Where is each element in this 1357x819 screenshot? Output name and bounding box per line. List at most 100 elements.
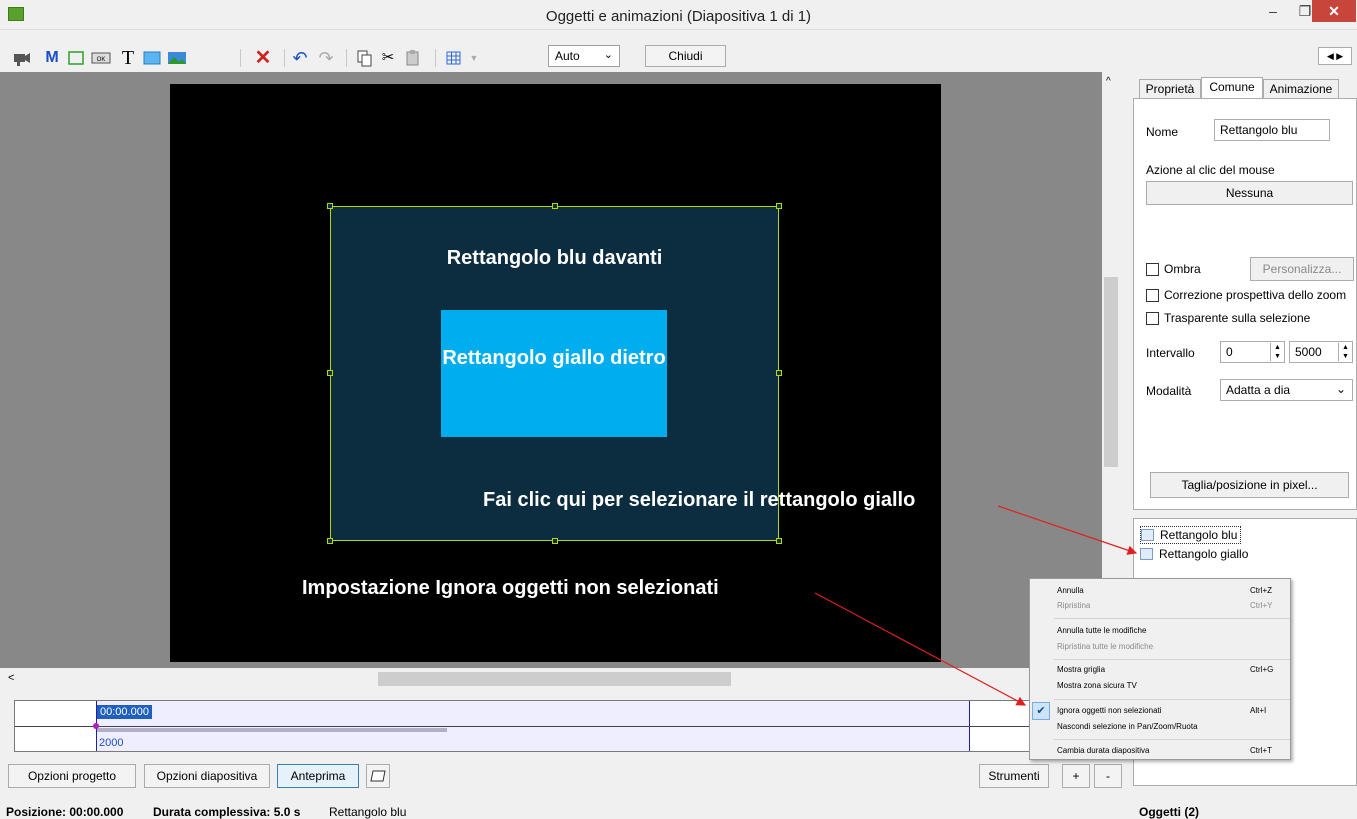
- menu-item-shortcut: Ctrl+T: [1250, 746, 1272, 755]
- tab-animation[interactable]: Animazione: [1263, 79, 1339, 99]
- resize-handle[interactable]: [552, 538, 558, 544]
- redo-icon[interactable]: ↷: [316, 48, 336, 68]
- close-window-button[interactable]: ✕: [1312, 0, 1356, 22]
- tab-common[interactable]: Comune: [1201, 77, 1263, 99]
- copy-icon[interactable]: [354, 48, 374, 68]
- status-object-count: Oggetti (2): [1139, 805, 1199, 819]
- scroll-up-icon[interactable]: ^: [1106, 76, 1111, 87]
- image-icon[interactable]: [166, 48, 186, 68]
- horizontal-scroll-thumb[interactable]: [378, 672, 731, 686]
- menu-item-redo[interactable]: Ripristina Ctrl+Y: [1030, 599, 1292, 613]
- resize-handle[interactable]: [776, 203, 782, 209]
- horizontal-scrollbar[interactable]: <: [0, 670, 1120, 688]
- timeline-object-bar[interactable]: [97, 728, 447, 732]
- cut-icon[interactable]: ✂: [378, 48, 398, 68]
- menu-item-tv-safe-zone[interactable]: Mostra zona sicura TV: [1030, 679, 1292, 693]
- delete-icon[interactable]: ✕: [253, 48, 273, 68]
- grid-dropdown-icon[interactable]: ▼: [464, 48, 484, 68]
- list-item-yellow-rectangle[interactable]: Rettangolo giallo: [1140, 546, 1248, 564]
- menu-item-hide-selection[interactable]: Nascondi selezione in Pan/Zoom/Ruota: [1030, 720, 1292, 734]
- shadow-label: Ombra: [1164, 262, 1201, 276]
- menu-item-undo[interactable]: Annulla Ctrl+Z: [1030, 584, 1292, 598]
- add-button[interactable]: +: [1062, 764, 1090, 788]
- status-position: Posizione: 00:00.000: [6, 805, 124, 819]
- slide[interactable]: Rettangolo blu davanti Rettangolo giallo…: [170, 84, 941, 662]
- menu-item-ignore-unselected[interactable]: ✔ Ignora oggetti non selezionati Alt+I: [1030, 702, 1292, 720]
- preview-button[interactable]: Anteprima: [277, 764, 359, 788]
- tools-button[interactable]: Strumenti: [979, 764, 1049, 788]
- project-options-button[interactable]: Opzioni progetto: [8, 764, 136, 788]
- interval-start-field[interactable]: 0 ▲ ▼: [1220, 341, 1285, 363]
- rectangle-frame-icon[interactable]: [66, 48, 86, 68]
- click-action-label: Azione al clic del mouse: [1146, 163, 1275, 177]
- text-icon[interactable]: T: [118, 48, 138, 68]
- resize-handle[interactable]: [327, 538, 333, 544]
- m-letter-icon[interactable]: M: [42, 48, 62, 68]
- menu-item-shortcut: Ctrl+G: [1250, 665, 1274, 674]
- crop-position-button[interactable]: Taglia/posizione in pixel...: [1150, 472, 1349, 498]
- menu-item-label: Ripristina: [1057, 601, 1091, 610]
- slide-options-button[interactable]: Opzioni diapositiva: [144, 764, 270, 788]
- list-item-blue-rectangle[interactable]: Rettangolo blu: [1140, 526, 1242, 544]
- status-selected-object: Rettangolo blu: [329, 805, 407, 819]
- chevron-down-icon: ⌄: [1335, 382, 1346, 396]
- yellow-rectangle-object[interactable]: Rettangolo giallo dietro: [441, 310, 667, 437]
- ok-button-icon[interactable]: OK: [90, 48, 111, 68]
- paste-icon[interactable]: [403, 48, 423, 68]
- canvas-area[interactable]: Rettangolo blu davanti Rettangolo giallo…: [0, 72, 1120, 668]
- menu-item-undo-all[interactable]: Annulla tutte le modifiche: [1030, 624, 1292, 638]
- checkmark-icon: ✔: [1032, 702, 1050, 720]
- mode-select[interactable]: Adatta a dia ⌄: [1220, 379, 1353, 401]
- blue-rectangle-icon[interactable]: [142, 48, 162, 68]
- resize-handle[interactable]: [552, 203, 558, 209]
- properties-panel: Proprietà Comune Animazione Nome Rettang…: [1133, 77, 1357, 510]
- remove-button[interactable]: -: [1094, 764, 1122, 788]
- zoom-select[interactable]: Auto ⌄: [548, 45, 620, 67]
- interval-start-value: 0: [1226, 345, 1233, 359]
- scroll-left-icon[interactable]: <: [8, 672, 14, 684]
- resize-handle[interactable]: [776, 538, 782, 544]
- timeline-keyframe-marker[interactable]: [93, 723, 99, 729]
- undo-icon[interactable]: ↶: [290, 48, 310, 68]
- rectangle-icon: [1140, 548, 1153, 560]
- title-bar: Oggetti e animazioni (Diapositiva 1 di 1…: [0, 0, 1357, 30]
- tab-properties[interactable]: Proprietà: [1139, 79, 1201, 99]
- resize-handle[interactable]: [327, 370, 333, 376]
- interval-end-field[interactable]: 5000 ▲ ▼: [1289, 341, 1353, 363]
- zoom-perspective-checkbox[interactable]: [1146, 289, 1159, 302]
- transparent-selection-label: Trasparente sulla selezione: [1164, 311, 1311, 325]
- resize-handle[interactable]: [776, 370, 782, 376]
- click-action-button[interactable]: Nessuna: [1146, 181, 1353, 205]
- scroll-arrows[interactable]: ◀ ▶: [1318, 47, 1352, 65]
- customize-button[interactable]: Personalizza...: [1250, 257, 1354, 281]
- menu-separator: [1054, 659, 1290, 660]
- timeline-time: 00:00.000: [97, 705, 152, 719]
- spinner-icon[interactable]: ▲ ▼: [1270, 343, 1284, 361]
- menu-item-label: Cambia durata diapositiva: [1057, 746, 1150, 755]
- spinner-icon[interactable]: ▲ ▼: [1338, 343, 1352, 361]
- toolbar-separator: [346, 49, 347, 67]
- minimize-button[interactable]: –: [1258, 0, 1288, 22]
- preview-window-icon[interactable]: [366, 764, 390, 788]
- menu-item-label: Annulla tutte le modifiche: [1057, 626, 1147, 635]
- status-bar: Posizione: 00:00.000 Durata complessiva:…: [0, 803, 1357, 819]
- menu-item-change-duration[interactable]: Cambia durata diapositiva Ctrl+T: [1030, 744, 1292, 758]
- toolbar: M OK T ✕ ↶ ↷ ✂ ▼ Auto ⌄ Chiudi ◀ ▶: [0, 45, 1357, 71]
- context-menu: Annulla Ctrl+Z Ripristina Ctrl+Y Annulla…: [1029, 578, 1291, 760]
- menu-item-shortcut: Ctrl+Z: [1250, 586, 1272, 595]
- toolbar-separator: [435, 49, 436, 67]
- timeline[interactable]: 00:00.000 2000: [14, 700, 1121, 752]
- vertical-scroll-thumb[interactable]: [1104, 277, 1118, 467]
- transparent-selection-checkbox[interactable]: [1146, 312, 1159, 325]
- close-button[interactable]: Chiudi: [645, 45, 726, 67]
- camera-icon[interactable]: [12, 48, 32, 68]
- menu-item-redo-all[interactable]: Ripristina tutte le modifiche: [1030, 640, 1292, 654]
- grid-icon[interactable]: [444, 48, 464, 68]
- zoom-select-value: Auto: [555, 49, 580, 63]
- name-field[interactable]: Rettangolo blu: [1214, 119, 1330, 141]
- annotation-ignore-setting: Impostazione Ignora oggetti non selezion…: [302, 577, 719, 599]
- list-item-label: Rettangolo giallo: [1159, 547, 1249, 561]
- menu-item-show-grid[interactable]: Mostra griglia Ctrl+G: [1030, 663, 1292, 677]
- resize-handle[interactable]: [327, 203, 333, 209]
- shadow-checkbox[interactable]: [1146, 263, 1159, 276]
